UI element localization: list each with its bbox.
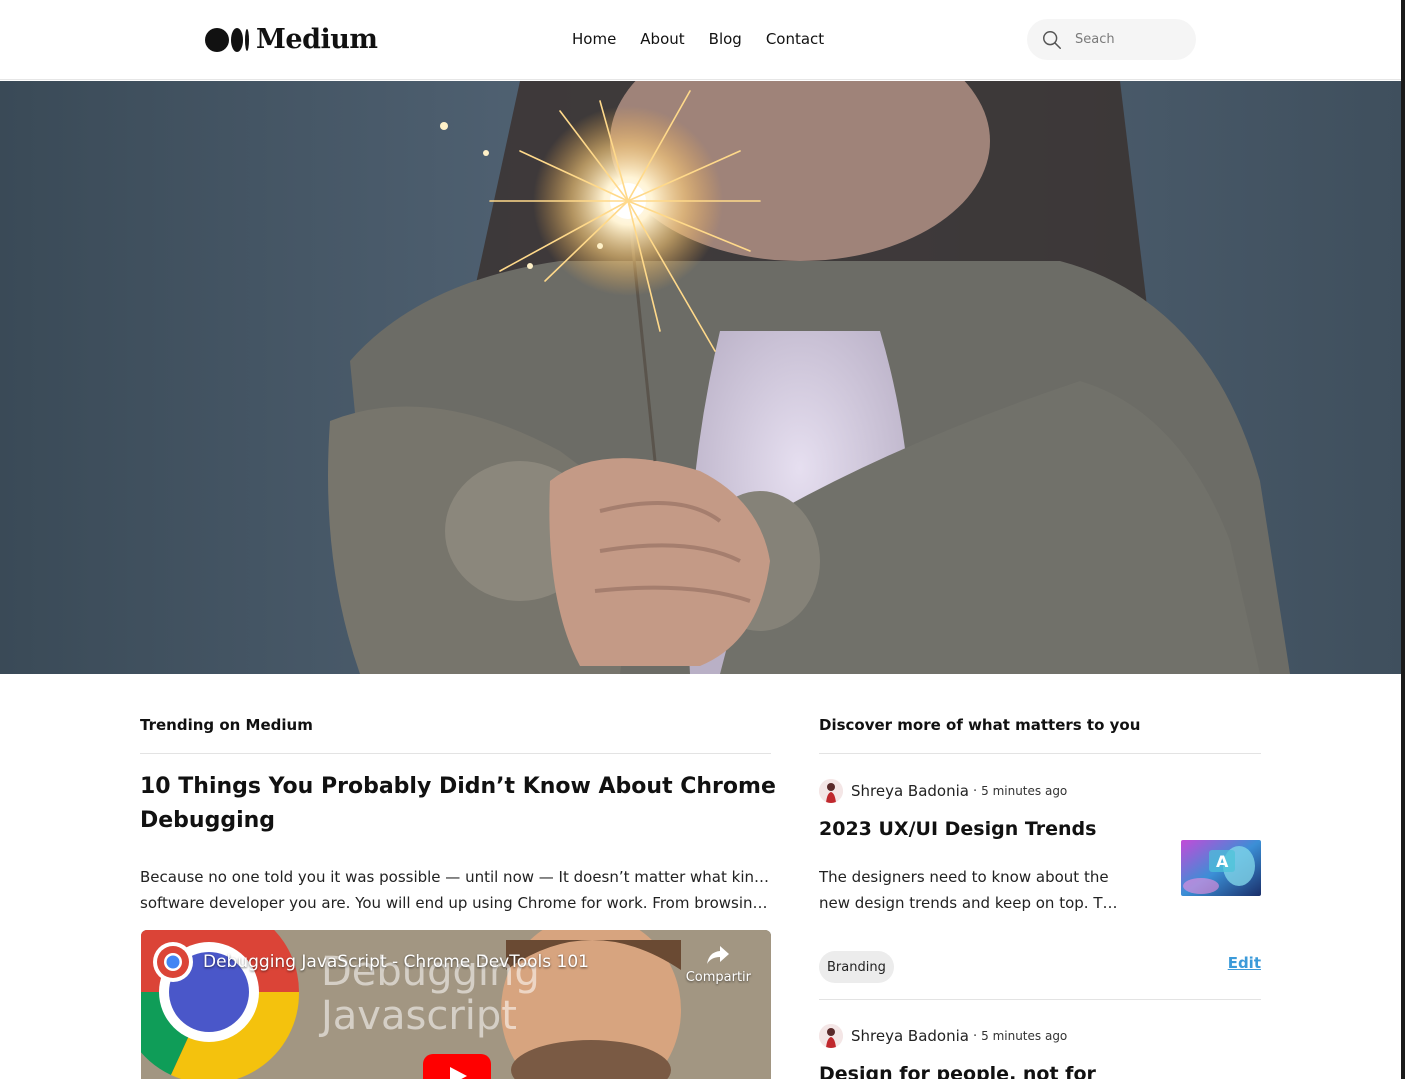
discover-card: Shreya Badonia · 5 minutes ago 2023 UX/U… — [819, 778, 1261, 1000]
card-divider — [819, 999, 1261, 1000]
trending-divider — [140, 753, 771, 754]
trending-article-title[interactable]: 10 Things You Probably Didn’t Know About… — [140, 770, 780, 838]
hero-image — [0, 81, 1401, 674]
brand-name: Medium — [256, 24, 378, 55]
separator-dot: · — [972, 1028, 978, 1044]
trending-excerpt-line-1: Because no one told you it was possible … — [140, 868, 772, 886]
nav-blog[interactable]: Blog — [709, 30, 742, 48]
video-bg-text-2: Javascript — [321, 993, 517, 1039]
tag-branding[interactable]: Branding — [819, 951, 894, 983]
video-share-label: Compartir — [685, 970, 751, 985]
author-name[interactable]: Shreya Badonia — [851, 1027, 969, 1045]
medium-logo-icon — [205, 27, 249, 52]
card-excerpt-line-2: new design trends and keep on top. The… — [819, 894, 1124, 912]
separator-dot: · — [972, 783, 978, 799]
hero-sparkler-illustration — [0, 81, 1401, 674]
share-arrow-icon — [707, 946, 730, 964]
avatar[interactable] — [819, 779, 843, 803]
post-time: 5 minutes ago — [981, 784, 1068, 798]
card-excerpt-line-1: The designers need to know about the — [819, 868, 1109, 886]
card-title[interactable]: 2023 UX/UI Design Trends — [819, 818, 1096, 840]
discover-divider — [819, 753, 1261, 754]
avatar[interactable] — [819, 1024, 843, 1048]
author-name[interactable]: Shreya Badonia — [851, 782, 969, 800]
video-embed[interactable]: Debugging Javascript Debugging JavaScrip… — [141, 930, 771, 1079]
search-box[interactable] — [1027, 19, 1196, 60]
site-header: Medium Home About Blog Contact — [0, 0, 1401, 80]
medium-logo[interactable]: Medium — [205, 24, 378, 55]
video-title[interactable]: Debugging JavaScript - Chrome DevTools 1… — [203, 952, 589, 972]
trending-heading: Trending on Medium — [140, 716, 313, 734]
discover-card: Shreya Badonia · 5 minutes ago Design fo… — [819, 1023, 1261, 1079]
trending-article-excerpt: Because no one told you it was possible … — [140, 864, 772, 916]
nav-home[interactable]: Home — [572, 30, 616, 48]
trending-excerpt-line-2: software developer you are. You will end… — [140, 894, 772, 912]
svg-text:A: A — [1216, 852, 1229, 871]
author-row: Shreya Badonia · 5 minutes ago — [819, 778, 1067, 804]
author-row: Shreya Badonia · 5 minutes ago — [819, 1023, 1067, 1049]
main-nav: Home About Blog Contact — [572, 30, 824, 48]
card-excerpt: The designers need to know about the new… — [819, 864, 1124, 916]
nav-about[interactable]: About — [640, 30, 684, 48]
card-thumbnail[interactable]: A — [1181, 840, 1261, 896]
edit-link[interactable]: Edit — [1228, 954, 1261, 972]
search-input[interactable] — [1075, 32, 1175, 47]
search-icon[interactable] — [1041, 29, 1063, 51]
window-edge — [1401, 0, 1405, 1079]
discover-heading: Discover more of what matters to you — [819, 716, 1141, 734]
nav-contact[interactable]: Contact — [766, 30, 824, 48]
card-title[interactable]: Design for people, not for — [819, 1063, 1096, 1079]
video-share-button[interactable]: Compartir — [686, 944, 751, 985]
post-time: 5 minutes ago — [981, 1029, 1068, 1043]
